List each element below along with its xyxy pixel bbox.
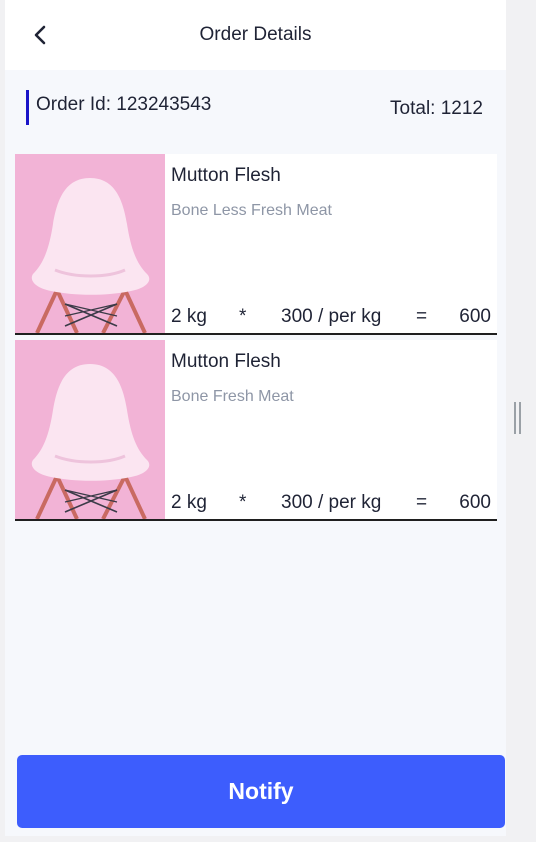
- accent-bar: [26, 90, 29, 125]
- grip-line: [519, 402, 521, 434]
- item-description: Bone Fresh Meat: [171, 388, 294, 405]
- resize-handle[interactable]: [514, 402, 521, 434]
- notify-button[interactable]: Notify: [17, 755, 505, 828]
- page-title: Order Details: [199, 24, 312, 45]
- multiply-sign: *: [239, 492, 247, 513]
- item-unit-price: 300 / per kg: [281, 306, 382, 327]
- item-name: Mutton Flesh: [171, 351, 281, 372]
- header: Order Details: [5, 0, 506, 70]
- multiply-sign: *: [239, 306, 247, 327]
- price-calculation: 2 kg * 300 / per kg = 600: [171, 492, 491, 516]
- grip-line: [514, 402, 516, 434]
- app-screen: Order Details Order Id: 123243543 Total:…: [5, 0, 506, 836]
- item-quantity: 2 kg: [171, 306, 207, 327]
- order-summary: Order Id: 123243543 Total: 1212: [5, 70, 506, 154]
- product-image: [15, 340, 165, 519]
- item-subtotal: 600: [459, 306, 491, 327]
- order-id: Order Id: 123243543: [36, 94, 212, 115]
- item-unit-price: 300 / per kg: [281, 492, 382, 513]
- equals-sign: =: [416, 492, 428, 513]
- equals-sign: =: [416, 306, 428, 327]
- order-item[interactable]: Mutton Flesh Bone Less Fresh Meat 2 kg *…: [15, 154, 497, 335]
- product-image: [15, 154, 165, 333]
- order-item[interactable]: Mutton Flesh Bone Fresh Meat 2 kg * 300 …: [15, 340, 497, 521]
- price-calculation: 2 kg * 300 / per kg = 600: [171, 306, 491, 330]
- item-name: Mutton Flesh: [171, 165, 281, 186]
- item-subtotal: 600: [459, 492, 491, 513]
- item-quantity: 2 kg: [171, 492, 207, 513]
- order-total: Total: 1212: [390, 98, 483, 119]
- item-description: Bone Less Fresh Meat: [171, 202, 332, 219]
